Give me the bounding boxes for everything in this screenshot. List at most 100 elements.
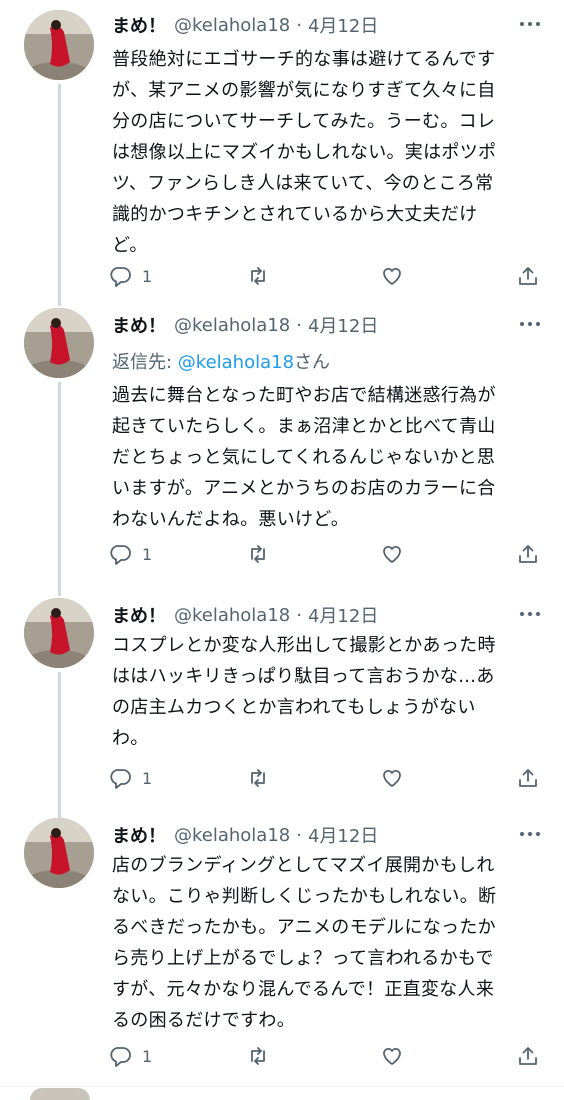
reply-icon	[110, 267, 131, 287]
separator: ·	[296, 824, 302, 846]
text-line: が、某アニメの影響が気になりすぎて久々に自	[112, 80, 496, 101]
tweet-date[interactable]: 4月12日	[308, 312, 378, 338]
action-bar: 1	[108, 262, 548, 290]
retweet-button[interactable]	[246, 764, 270, 792]
share-icon	[519, 769, 537, 787]
reply-count: 1	[142, 1046, 153, 1066]
avatar[interactable]	[24, 10, 94, 80]
retweet-icon	[251, 1047, 265, 1065]
text-line: 店のブランディングとしてマズイ展開かもしれ	[112, 855, 495, 876]
text-line: コスプレとか変な人形出して撮影とかあった時	[112, 635, 496, 656]
reply-button[interactable]: 1	[108, 764, 152, 792]
divider	[0, 1086, 564, 1087]
retweet-button[interactable]	[246, 540, 270, 568]
reply-icon	[110, 769, 131, 789]
reply-count: 1	[142, 768, 153, 788]
more-icon[interactable]	[518, 314, 542, 334]
tweet[interactable]: まめ！ @kelahola18 · 4月12日 店のブランディングとしてマズイ展…	[0, 810, 564, 1080]
more-icon[interactable]	[518, 824, 542, 844]
text-line: 普段絶対にエゴサーチ的な事は避けてるんです	[112, 49, 496, 70]
like-icon	[383, 545, 401, 563]
tweet-text: 過去に舞台となった町やお店で結構迷惑行為が 起きていたらしく。まぁ沼津とかと比べ…	[112, 380, 532, 535]
share-icon	[519, 1047, 537, 1065]
like-button[interactable]	[380, 1042, 404, 1070]
text-line: ど。	[112, 235, 148, 256]
like-icon	[383, 769, 401, 787]
text-line: 識的かつキチンとされているから大丈夫だけ	[112, 204, 478, 225]
reply-count: 1	[142, 266, 153, 286]
separator: ·	[296, 604, 302, 626]
tweet-text: 普段絶対にエゴサーチ的な事は避けてるんです が、某アニメの影響が気になりすぎて久…	[112, 44, 532, 261]
tweet[interactable]: まめ！ @kelahola18 · 4月12日 返信先: @kelahola18…	[0, 300, 564, 588]
share-button[interactable]	[516, 764, 540, 792]
user-handle[interactable]: @kelahola18	[174, 315, 290, 336]
tweet-date[interactable]: 4月12日	[308, 12, 378, 38]
tweet[interactable]: まめ！ @kelahola18 · 4月12日 コスプレとか変な人形出して撮影と…	[0, 590, 564, 810]
retweet-button[interactable]	[246, 262, 270, 290]
text-line: るべきだったかも。アニメのモデルになったか	[112, 917, 496, 938]
display-name[interactable]: まめ！	[112, 312, 166, 338]
more-icon[interactable]	[518, 604, 542, 624]
user-handle[interactable]: @kelahola18	[174, 825, 290, 846]
tweet-header: まめ！ @kelahola18 · 4月12日	[112, 10, 378, 40]
retweet-icon	[251, 267, 265, 285]
tweet-date[interactable]: 4月12日	[308, 822, 378, 848]
share-button[interactable]	[516, 1042, 540, 1070]
share-icon	[519, 545, 537, 563]
share-button[interactable]	[516, 262, 540, 290]
replying-to: 返信先: @kelahola18さん	[112, 348, 330, 374]
separator: ·	[296, 314, 302, 336]
text-line: ツ、ファンらしき人は来ていて、今のところ常	[112, 173, 494, 194]
text-line: 分の店についてサーチしてみた。うーむ。コレ	[112, 111, 496, 132]
text-line: わないんだよね。悪いけど。	[112, 509, 349, 530]
avatar[interactable]	[24, 598, 94, 668]
avatar[interactable]	[24, 308, 94, 378]
separator: ·	[296, 14, 302, 36]
like-icon	[383, 267, 401, 285]
like-button[interactable]	[380, 262, 404, 290]
reply-button[interactable]: 1	[108, 262, 152, 290]
retweet-icon	[251, 769, 265, 787]
reply-count: 1	[142, 544, 153, 564]
reply-icon	[110, 1047, 131, 1067]
next-avatar-edge	[30, 1088, 90, 1100]
tweet-header: まめ！ @kelahola18 · 4月12日	[112, 310, 378, 340]
tweet-text: 店のブランディングとしてマズイ展開かもしれ ない。こりゃ判断しくじったかもしれな…	[112, 850, 532, 1036]
text-line: ら売り上げ上がるでしょ？って言われるかもで	[112, 948, 494, 969]
text-line: ない。こりゃ判断しくじったかもしれない。断	[112, 886, 497, 907]
avatar-photo	[24, 308, 94, 378]
text-line: わ。	[112, 728, 149, 749]
reply-button[interactable]: 1	[108, 1042, 152, 1070]
action-bar: 1	[108, 764, 548, 792]
tweet[interactable]: まめ！ @kelahola18 · 4月12日 普段絶対にエゴサーチ的な事は避け…	[0, 0, 564, 300]
text-line: るの困るだけですわ。	[112, 1010, 295, 1031]
retweet-icon	[251, 545, 265, 563]
avatar-photo	[24, 10, 94, 80]
display-name[interactable]: まめ！	[112, 12, 166, 38]
text-line: ははハッキリきっぱり駄目って言おうかな…あ	[112, 666, 495, 687]
reply-mention-link[interactable]: @kelahola18	[178, 352, 294, 373]
retweet-button[interactable]	[246, 1042, 270, 1070]
like-button[interactable]	[380, 764, 404, 792]
user-handle[interactable]: @kelahola18	[174, 15, 290, 36]
avatar[interactable]	[24, 818, 94, 888]
like-button[interactable]	[380, 540, 404, 568]
reply-suffix: さん	[294, 352, 331, 373]
tweet-header: まめ！ @kelahola18 · 4月12日	[112, 600, 378, 630]
display-name[interactable]: まめ！	[112, 822, 166, 848]
action-bar: 1	[108, 1042, 548, 1070]
tweet-text: コスプレとか変な人形出して撮影とかあった時 ははハッキリきっぱり駄目って言おうか…	[112, 630, 532, 754]
user-handle[interactable]: @kelahola18	[174, 605, 290, 626]
tweet-date[interactable]: 4月12日	[308, 602, 378, 628]
share-button[interactable]	[516, 540, 540, 568]
text-line: 起きていたらしく。まぁ沼津とかと比べて青山	[112, 416, 496, 437]
share-icon	[519, 267, 537, 285]
text-line: 過去に舞台となった町やお店で結構迷惑行為が	[112, 385, 496, 406]
reply-icon	[110, 545, 131, 565]
text-line: いますが。アニメとかうちのお店のカラーに合	[112, 478, 496, 499]
avatar-photo	[24, 818, 94, 888]
display-name[interactable]: まめ！	[112, 602, 166, 628]
text-line: だとちょっと気にしてくれるんじゃないかと思	[112, 447, 496, 468]
reply-button[interactable]: 1	[108, 540, 152, 568]
more-icon[interactable]	[518, 14, 542, 34]
